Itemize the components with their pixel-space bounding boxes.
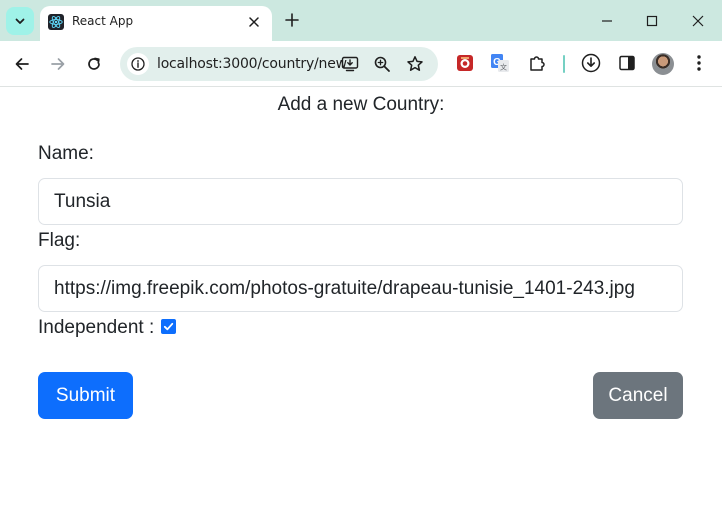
reload-icon xyxy=(88,57,100,70)
svg-text:文: 文 xyxy=(500,63,507,72)
tab-title: React App xyxy=(72,14,134,28)
avatar[interactable] xyxy=(652,53,674,75)
star-icon xyxy=(407,56,423,71)
extensions-button[interactable] xyxy=(527,53,547,73)
name-label: Name: xyxy=(38,143,94,164)
flag-label: Flag: xyxy=(38,230,81,251)
forward-arrow-icon xyxy=(51,58,65,70)
minimize-button[interactable] xyxy=(594,8,620,34)
browser-menu-button[interactable] xyxy=(689,53,709,73)
name-input[interactable] xyxy=(38,178,683,225)
side-panel-button[interactable] xyxy=(617,53,637,73)
browser-tab-active[interactable]: React App xyxy=(40,6,272,41)
checkmark-icon xyxy=(163,322,174,331)
independent-label: Independent : xyxy=(38,317,155,338)
back-arrow-icon xyxy=(15,58,29,70)
download-icon xyxy=(581,53,601,73)
toolbar-divider xyxy=(563,55,565,73)
cancel-button[interactable]: Cancel xyxy=(593,372,683,419)
translate-icon: G 文 xyxy=(491,54,509,72)
site-info-button[interactable] xyxy=(127,53,149,75)
browser-toolbar: localhost:3000/country/new G 文 xyxy=(0,41,722,87)
maximize-icon xyxy=(646,15,658,27)
install-app-icon xyxy=(341,56,359,72)
close-icon xyxy=(249,17,259,27)
close-window-button[interactable] xyxy=(685,8,711,34)
puzzle-icon xyxy=(530,56,545,71)
minimize-icon xyxy=(602,20,612,22)
site-info-icon xyxy=(131,57,145,71)
kebab-menu-icon xyxy=(697,55,701,71)
download-button[interactable] xyxy=(581,53,601,73)
reload-button[interactable] xyxy=(82,52,106,76)
close-icon xyxy=(692,15,704,27)
react-logo-icon xyxy=(48,14,64,30)
bookmark-button[interactable] xyxy=(406,55,424,73)
page-title: Add a new Country: xyxy=(277,94,445,115)
url-text: localhost:3000/country/new xyxy=(157,56,347,72)
independent-checkbox[interactable] xyxy=(161,319,176,334)
back-button[interactable] xyxy=(10,52,34,76)
extension-red-button[interactable] xyxy=(455,53,475,73)
browser-tab-strip: React App xyxy=(0,0,722,41)
new-tab-button[interactable] xyxy=(282,10,302,30)
chevron-down-icon xyxy=(15,18,25,24)
install-app-button[interactable] xyxy=(341,55,359,73)
flag-url-input[interactable] xyxy=(38,265,683,312)
tab-search-button[interactable] xyxy=(6,7,34,35)
forward-button[interactable] xyxy=(46,52,70,76)
address-bar[interactable]: localhost:3000/country/new xyxy=(120,47,438,81)
translate-button[interactable]: G 文 xyxy=(490,53,510,73)
plus-icon xyxy=(285,13,299,27)
side-panel-icon xyxy=(619,55,635,71)
tab-close-button[interactable] xyxy=(244,12,264,32)
maximize-button[interactable] xyxy=(639,8,665,34)
zoom-button[interactable] xyxy=(373,55,391,73)
zoom-icon xyxy=(374,56,390,72)
submit-button[interactable]: Submit xyxy=(38,372,133,419)
extension-red-icon xyxy=(457,55,473,71)
